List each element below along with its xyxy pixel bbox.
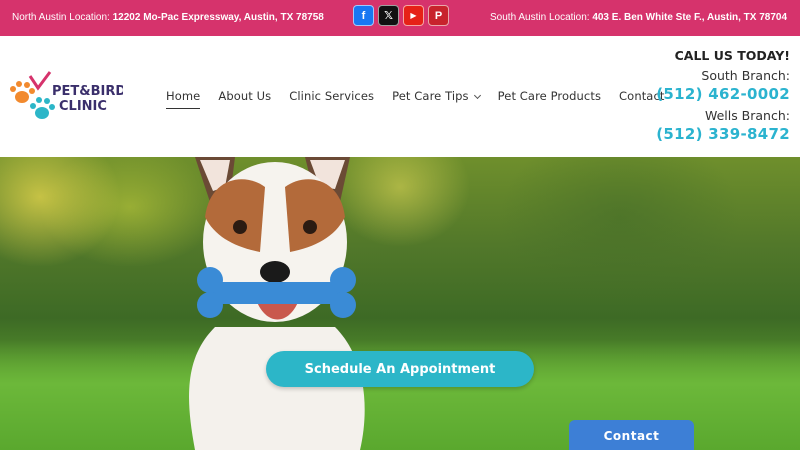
north-location: North Austin Location: 12202 Mo-Pac Expr… [12, 12, 324, 23]
south-location-address: 403 E. Ben White Ste F., Austin, TX 7870… [592, 12, 787, 23]
hero-banner: Schedule An Appointment Contact [0, 157, 800, 450]
nav-clinic-services[interactable]: Clinic Services [289, 89, 374, 109]
nav-about-us[interactable]: About Us [218, 89, 271, 109]
top-bar: North Austin Location: 12202 Mo-Pac Expr… [0, 0, 800, 36]
south-branch-phone[interactable]: (512) 462-0002 [656, 85, 790, 103]
youtube-icon[interactable]: ▶ [403, 5, 424, 26]
nav-home[interactable]: Home [166, 89, 201, 109]
floating-contact-button[interactable]: Contact [569, 420, 694, 450]
logo-text-top: PET&BIRD [52, 84, 123, 99]
main-nav: Home About Us Clinic Services Pet Care T… [166, 89, 683, 109]
north-location-label: North Austin Location: [12, 12, 113, 23]
nav-pet-care-tips[interactable]: Pet Care Tips [392, 89, 481, 109]
pinterest-icon[interactable]: P [428, 5, 449, 26]
dog-with-bone-image [189, 157, 365, 450]
nav-pet-care-products[interactable]: Pet Care Products [498, 89, 601, 109]
chevron-down-icon [473, 91, 481, 100]
header-contact: CALL US TODAY! South Branch: (512) 462-0… [656, 48, 790, 143]
south-location: South Austin Location: 403 E. Ben White … [490, 12, 787, 23]
south-branch-label: South Branch: [701, 68, 790, 83]
facebook-icon[interactable]: f [353, 5, 374, 26]
wells-branch-label: Wells Branch: [704, 108, 790, 123]
social-links: f 𝕏 ▶ P [353, 5, 449, 26]
north-location-address: 12202 Mo-Pac Expressway, Austin, TX 7875… [112, 12, 324, 23]
logo-text-bottom: CLINIC [59, 99, 107, 114]
teal-paw-icon [30, 97, 55, 119]
schedule-appointment-button[interactable]: Schedule An Appointment [266, 351, 534, 387]
site-header: PET&BIRD CLINIC Home About Us Clinic Ser… [0, 36, 800, 157]
nav-pet-care-tips-label: Pet Care Tips [392, 89, 469, 103]
south-location-label: South Austin Location: [490, 12, 593, 23]
orange-paw-icon [10, 81, 35, 103]
wells-branch-phone[interactable]: (512) 339-8472 [656, 125, 790, 143]
x-icon[interactable]: 𝕏 [378, 5, 399, 26]
call-us-heading: CALL US TODAY! [674, 48, 790, 63]
clinic-logo[interactable]: PET&BIRD CLINIC [8, 70, 123, 126]
bird-icon [28, 71, 52, 91]
